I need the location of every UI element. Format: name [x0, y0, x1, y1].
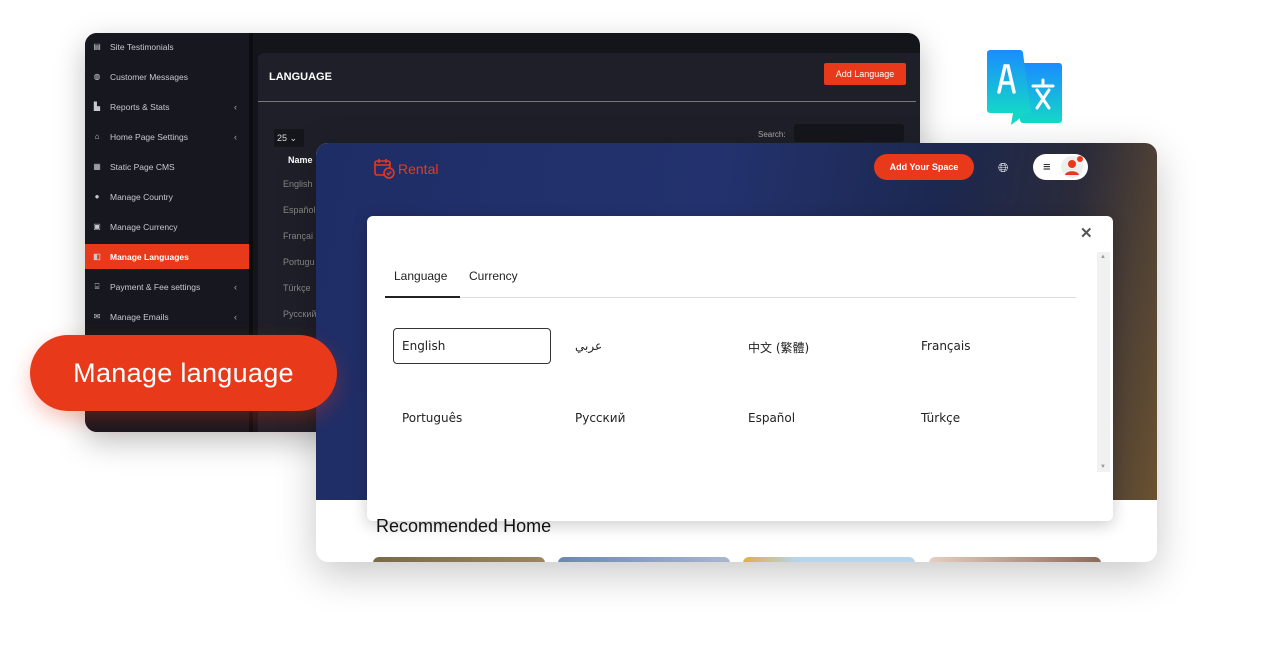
manage-language-callout: Manage language: [30, 335, 337, 411]
globe-icon[interactable]: 🌐︎: [998, 160, 1008, 176]
scroll-up-icon[interactable]: ▲: [1100, 254, 1106, 260]
tab-language[interactable]: Language: [394, 269, 447, 283]
language-option[interactable]: عربي: [566, 328, 724, 364]
chat-icon: ◍: [93, 71, 101, 81]
sidebar-item-manage-country[interactable]: ● Manage Country: [85, 184, 249, 209]
language-option[interactable]: English: [393, 328, 551, 364]
chevron-left-icon: ‹: [234, 311, 237, 322]
calendar-check-icon: [374, 159, 395, 179]
avatar: [1061, 156, 1083, 178]
search-label: Search:: [758, 130, 786, 139]
money-icon: ▣: [93, 221, 101, 231]
sidebar-item-label: Site Testimonials: [110, 41, 174, 52]
chevron-down-icon: ⌄: [289, 133, 298, 143]
testimonial-icon: ▤: [93, 41, 101, 51]
property-card[interactable]: [373, 557, 545, 562]
sidebar-item-label: Reports & Stats: [110, 101, 170, 112]
table-row[interactable]: Español: [283, 205, 316, 215]
property-card[interactable]: [929, 557, 1101, 562]
globe-icon: ●: [94, 191, 100, 201]
sidebar-item-label: Customer Messages: [110, 71, 188, 82]
scroll-down-icon[interactable]: ▼: [1100, 464, 1106, 470]
translate-icon: [987, 50, 1062, 125]
language-currency-modal: ✕ Language Currency English عربي 中文 (繁體) Fr…: [367, 216, 1113, 521]
chevron-left-icon: ‹: [234, 281, 237, 292]
sidebar-item-label: Home Page Settings: [110, 131, 188, 142]
property-card[interactable]: [743, 557, 915, 562]
sidebar-item-label: Manage Languages: [110, 251, 189, 262]
page-icon: ▦: [93, 161, 101, 171]
sidebar-item-customer-messages[interactable]: ◍ Customer Messages: [85, 64, 249, 89]
active-tab-indicator: [385, 296, 460, 298]
page-title: LANGUAGE: [269, 71, 332, 83]
frontend-window: Rental Add Your Space 🌐︎ ≡ ✕ Language Cu…: [316, 143, 1157, 562]
sidebar-item-manage-emails[interactable]: ✉ Manage Emails ‹: [85, 304, 249, 329]
language-option[interactable]: Français: [912, 328, 1070, 364]
divider: [258, 101, 916, 102]
sidebar-item-reports-stats[interactable]: ▙ Reports & Stats ‹: [85, 94, 249, 119]
language-option[interactable]: 中文 (繁體): [739, 328, 897, 364]
sidebar-item-label: Static Page CMS: [110, 161, 175, 172]
property-card[interactable]: [558, 557, 730, 562]
bank-icon: ⌸: [94, 281, 100, 291]
scrollbar[interactable]: ▲ ▼: [1097, 252, 1110, 472]
tab-divider: [385, 297, 1076, 298]
sidebar-item-label: Manage Emails: [110, 311, 169, 322]
sidebar-item-site-testimonials[interactable]: ▤ Site Testimonials: [85, 34, 249, 59]
mail-icon: ✉: [93, 311, 101, 321]
sidebar-item-label: Manage Currency: [110, 221, 178, 232]
search-input[interactable]: [794, 124, 904, 142]
language-option[interactable]: Русский: [566, 400, 724, 436]
user-menu-button[interactable]: ≡: [1033, 154, 1088, 180]
sidebar-item-label: Payment & Fee settings: [110, 281, 201, 292]
per-page-value: 25: [277, 133, 288, 143]
language-option[interactable]: Español: [739, 400, 897, 436]
column-header-name: Name: [288, 155, 313, 165]
language-option[interactable]: Türkçe: [912, 400, 1070, 436]
add-language-button[interactable]: Add Language: [824, 63, 906, 85]
table-row[interactable]: English: [283, 179, 313, 189]
home-icon: ⌂: [94, 131, 100, 141]
close-icon[interactable]: ✕: [1080, 224, 1093, 242]
tab-currency[interactable]: Currency: [469, 269, 518, 283]
hamburger-icon: ≡: [1043, 159, 1051, 174]
sidebar-item-manage-languages[interactable]: ◧ Manage Languages: [85, 244, 249, 269]
table-row[interactable]: Françai: [283, 231, 313, 241]
logo-text: Rental: [398, 161, 439, 177]
sidebar-item-static-page-cms[interactable]: ▦ Static Page CMS: [85, 154, 249, 179]
sidebar-item-payment-fee-settings[interactable]: ⌸ Payment & Fee settings ‹: [85, 274, 249, 299]
chart-icon: ▙: [93, 101, 101, 111]
sidebar-item-label: Manage Country: [110, 191, 173, 202]
sidebar-item-manage-currency[interactable]: ▣ Manage Currency: [85, 214, 249, 239]
language-option[interactable]: Português: [393, 400, 551, 436]
section-title: Recommended Home: [376, 516, 552, 536]
sidebar-item-home-page-settings[interactable]: ⌂ Home Page Settings ‹: [85, 124, 249, 149]
add-your-space-button[interactable]: Add Your Space: [874, 154, 974, 180]
table-row[interactable]: Русский: [283, 309, 316, 319]
language-icon: ◧: [93, 251, 101, 261]
logo[interactable]: Rental: [374, 158, 438, 180]
chevron-left-icon: ‹: [234, 131, 237, 142]
table-row[interactable]: Türkçe: [283, 283, 311, 293]
table-row[interactable]: Portugu: [283, 257, 315, 267]
chevron-left-icon: ‹: [234, 101, 237, 112]
per-page-select[interactable]: 25 ⌄: [274, 129, 304, 147]
